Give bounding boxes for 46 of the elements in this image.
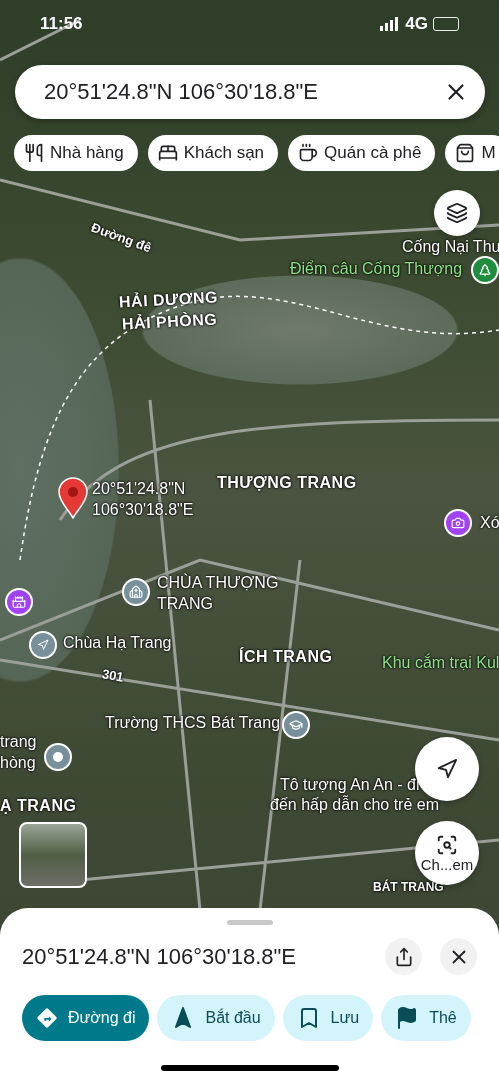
map-label: Chùa Hạ Trang: [63, 634, 172, 652]
close-button[interactable]: [440, 938, 477, 975]
street-view-thumbnail[interactable]: [19, 822, 87, 888]
category-chip[interactable]: M: [445, 135, 499, 171]
action-button[interactable]: Thê: [381, 995, 471, 1041]
map-label: Điểm câu Cống Thượng: [290, 260, 463, 278]
cup-icon: [298, 143, 319, 163]
share-button[interactable]: [385, 938, 422, 975]
map-label: HẢI PHÒNG: [121, 310, 218, 334]
map-label: trang: [0, 733, 37, 751]
action-button[interactable]: Lưu: [282, 995, 374, 1041]
search-input[interactable]: 20°51'24.8"N 106°30'18.8"E: [42, 78, 443, 106]
fork-knife-icon: [24, 143, 44, 163]
battery-icon: [433, 17, 459, 31]
map-label: Cống Nại Thu: [402, 238, 499, 256]
map-label: Ạ TRANG: [0, 797, 77, 815]
search-field[interactable]: 20°51'24.8"N 106°30'18.8"E: [15, 65, 485, 119]
category-chip[interactable]: Quán cà phê: [288, 135, 436, 171]
map-label: 301: [100, 666, 125, 685]
drag-handle[interactable]: [226, 920, 273, 925]
category-chip[interactable]: Nhà hàng: [14, 135, 138, 171]
map-label: Khu cắm trại Kul: [382, 654, 499, 672]
navigation-arrow-icon: [436, 758, 458, 780]
layers-icon: [446, 202, 468, 224]
map-label: 106°30'18.8"E: [92, 501, 194, 519]
bag-icon: [455, 143, 476, 163]
map-label: ÍCH TRANG: [239, 648, 333, 666]
location-pin-icon: [58, 477, 88, 519]
camera-search-icon: [436, 833, 458, 856]
map-label: HẢI DƯƠNG: [118, 288, 219, 312]
category-chip[interactable]: Khách sạn: [147, 135, 279, 171]
place-title: 20°51'24.8"N 106°30'18.8"E: [22, 943, 298, 970]
action-button[interactable]: Bắt đầu: [157, 995, 275, 1041]
map-label: 20°51'24.8"N: [92, 480, 186, 498]
map-label: hòng: [0, 754, 36, 772]
bed-icon: [157, 143, 178, 163]
map-label: THƯỢNG TRANG: [217, 474, 357, 492]
map-label: Trường THCS Bát Trang: [105, 714, 281, 732]
map-label: Xó: [480, 514, 499, 532]
map-label: Tô tượng An An - đi: [280, 776, 420, 794]
network-label: 4G: [405, 14, 428, 34]
action-button[interactable]: Đường đi: [22, 995, 150, 1041]
map-label: đến hấp dẫn cho trẻ em: [270, 796, 439, 814]
status-time: 11:56: [40, 14, 83, 34]
map-label: CHÙA THƯỢNG TRANG: [157, 572, 280, 614]
signal-icon: [380, 17, 401, 31]
